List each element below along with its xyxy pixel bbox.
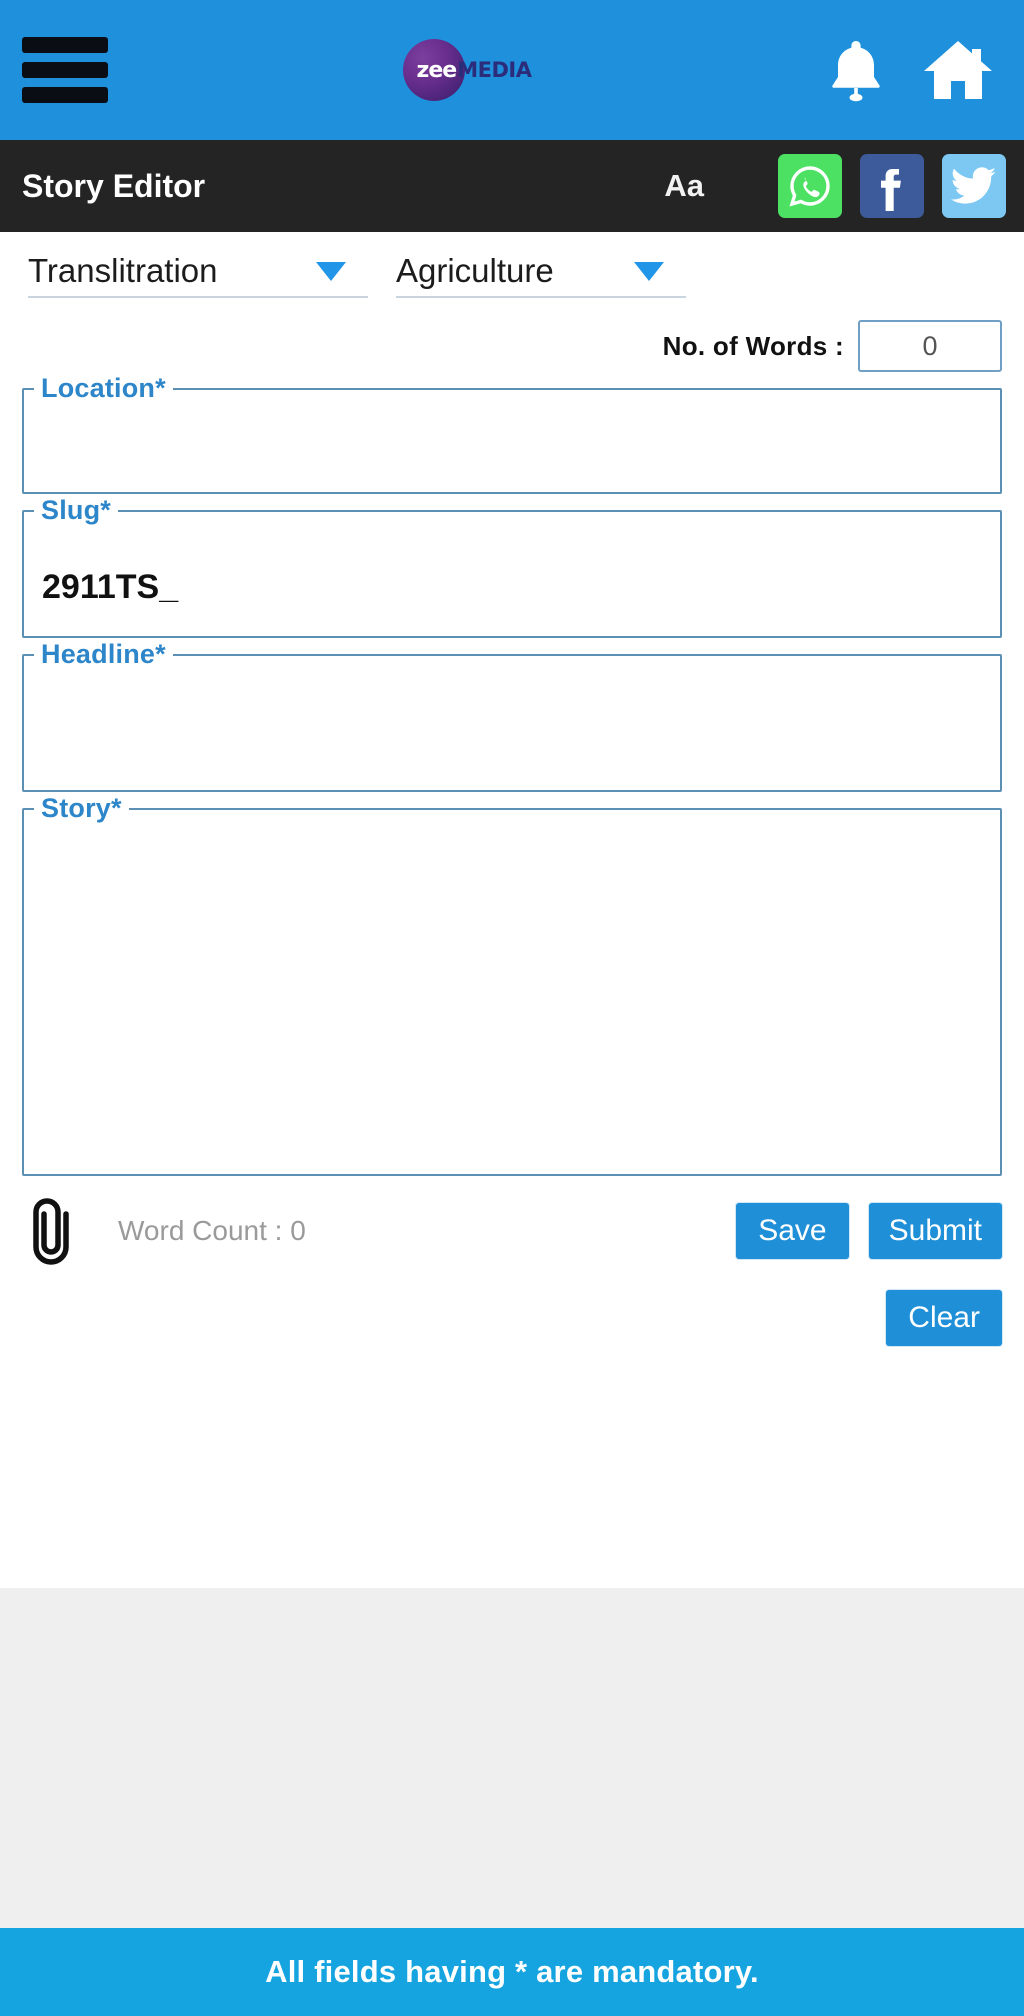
required-asterisk: * <box>111 793 122 823</box>
headline-input[interactable] <box>24 656 1000 790</box>
required-asterisk: * <box>155 373 166 403</box>
location-label: Location* <box>34 373 173 404</box>
word-count-label: Word Count : 0 <box>118 1215 306 1246</box>
mandatory-fields-footer: All fields having * are mandatory. <box>0 1928 1024 2016</box>
no-of-words-label: No. of Words : <box>662 330 844 361</box>
story-label-text: Story <box>41 793 112 823</box>
page-background-filler <box>0 1588 1024 1928</box>
zee-media-logo: zee MEDIA <box>402 39 532 101</box>
clear-button[interactable]: Clear <box>886 1290 1002 1346</box>
story-field-group: Story* <box>22 793 1002 1176</box>
story-editor-form: Translitration Agriculture No. of Words … <box>0 232 1024 1588</box>
whatsapp-share-icon[interactable] <box>778 154 842 218</box>
twitter-share-icon[interactable] <box>942 154 1006 218</box>
submit-button[interactable]: Submit <box>868 1203 1002 1259</box>
save-button[interactable]: Save <box>736 1203 849 1259</box>
page-title: Story Editor <box>22 167 206 204</box>
required-asterisk: * <box>100 495 112 525</box>
app-header: zee MEDIA <box>0 0 1024 140</box>
story-editor-toolbar: Story Editor Aa <box>0 140 1024 232</box>
selects-row: Translitration Agriculture <box>0 232 1024 298</box>
chevron-down-icon <box>316 261 346 281</box>
location-label-text: Location <box>41 373 156 403</box>
bell-icon[interactable] <box>826 37 886 103</box>
location-field-group: Location* <box>22 373 1002 494</box>
font-size-button[interactable]: Aa <box>664 168 704 204</box>
logo-zee-text: zee <box>416 57 458 83</box>
no-of-words-value: 0 <box>858 320 1002 372</box>
mandatory-fields-message: All fields having * are mandatory. <box>265 1954 759 1989</box>
category-select-value: Agriculture <box>396 252 554 289</box>
headline-label-text: Headline <box>41 639 156 669</box>
header-actions <box>826 37 1002 103</box>
facebook-share-icon[interactable] <box>860 154 924 218</box>
required-asterisk: * <box>155 639 166 669</box>
headline-label: Headline* <box>34 639 173 670</box>
slug-label-text: Slug <box>41 495 101 525</box>
location-input[interactable] <box>24 390 1000 492</box>
category-select[interactable]: Agriculture <box>396 252 686 298</box>
slug-label: Slug* <box>34 495 119 526</box>
chevron-down-icon <box>634 261 664 281</box>
hamburger-line <box>22 62 108 78</box>
action-row: Word Count : 0 Save Submit <box>22 1194 1002 1268</box>
story-input[interactable] <box>24 810 1000 1174</box>
no-of-words-row: No. of Words : 0 <box>0 298 1024 372</box>
story-label: Story* <box>34 793 129 824</box>
clear-row: Clear <box>22 1290 1002 1346</box>
hamburger-line <box>22 37 108 53</box>
language-select[interactable]: Translitration <box>28 252 368 298</box>
logo-media-text: MEDIA <box>457 58 532 82</box>
brand-logo-wrap: zee MEDIA <box>108 39 826 101</box>
language-select-value: Translitration <box>28 252 218 289</box>
hamburger-line <box>22 87 108 103</box>
hamburger-menu-icon[interactable] <box>22 37 108 103</box>
paperclip-icon[interactable] <box>28 1194 82 1268</box>
headline-field-group: Headline* <box>22 639 1002 792</box>
home-icon[interactable] <box>922 37 994 103</box>
slug-input[interactable] <box>24 512 1000 636</box>
slug-field-group: Slug* <box>22 495 1002 638</box>
